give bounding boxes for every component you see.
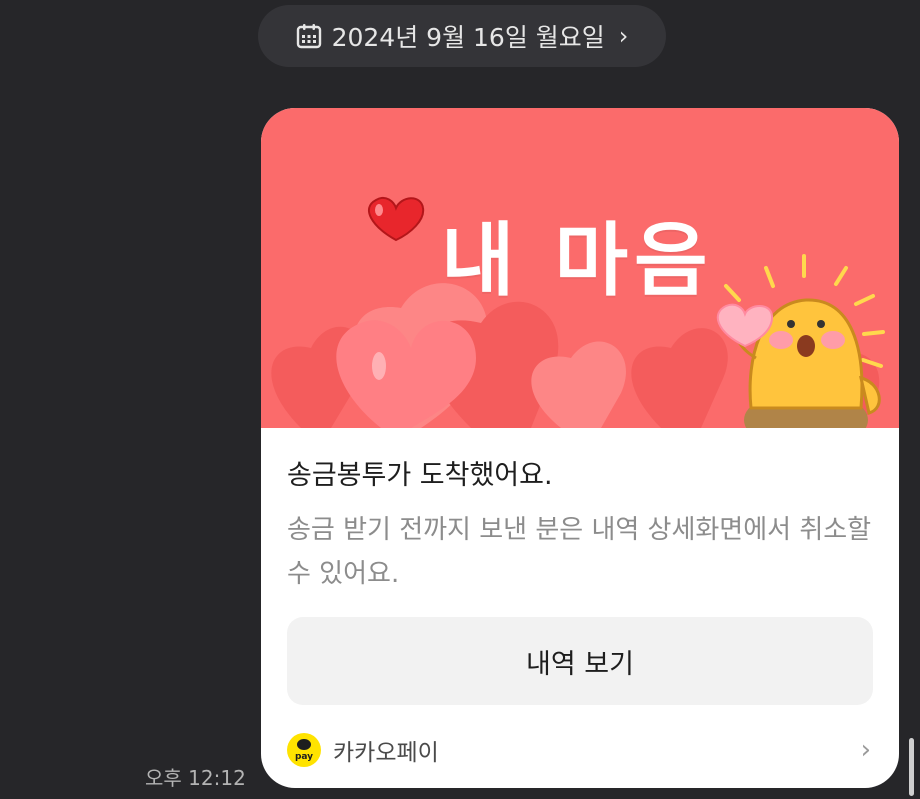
calendar-icon [296,24,321,49]
service-name: 카카오페이 [333,740,439,766]
message-time: 오후 12:12 [145,766,246,790]
date-header[interactable]: 2024년 9월 16일 월요일 › [258,5,666,67]
card-footer[interactable]: pay 카카오페이 › [287,728,873,772]
envelope-banner: 내 마음 [261,108,899,428]
money-envelope-card[interactable]: 내 마음 송금봉투가 도착했어요. 송금 받기 전까지 보낸 분은 내역 상세화… [261,108,899,788]
date-text: 2024년 9월 16일 월요일 [331,23,605,52]
message-title: 송금봉투가 도착했어요. [287,460,553,491]
pay-icon-text: pay [294,752,314,762]
chevron-right-icon: › [618,22,629,50]
message-body: 송금 받기 전까지 보낸 분은 내역 상세화면에서 취소할 수 있어요. [287,515,872,589]
view-history-button[interactable]: 내역 보기 [287,617,873,705]
scrollbar[interactable] [909,738,914,796]
chevron-right-icon: › [860,735,871,765]
banner-title: 내 마음 [441,214,714,307]
kakaopay-icon: pay [287,733,321,767]
